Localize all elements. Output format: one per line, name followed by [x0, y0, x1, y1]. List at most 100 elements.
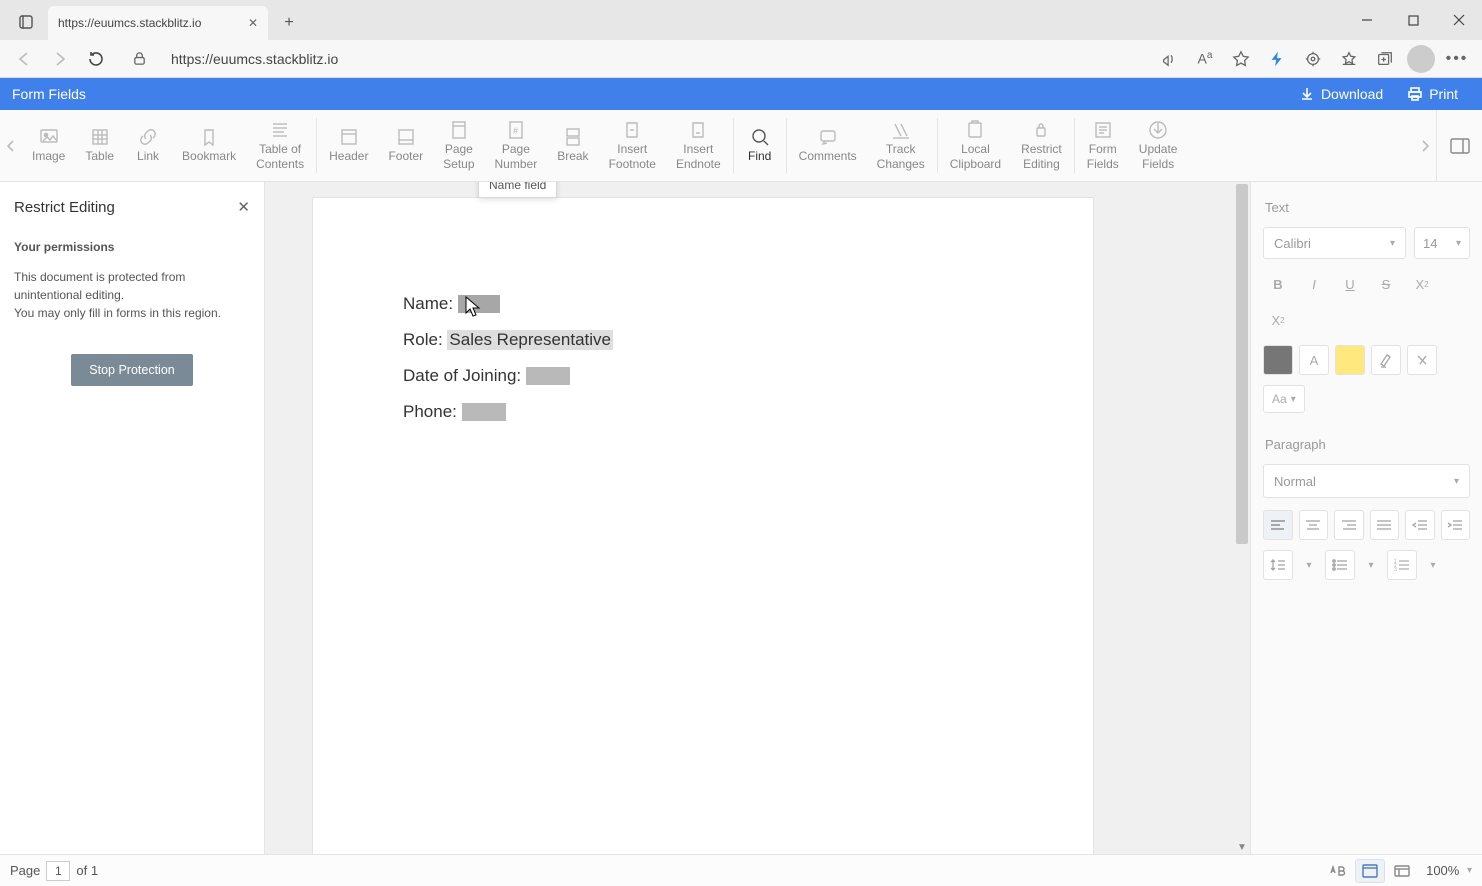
indent-decrease-button[interactable]	[1405, 510, 1435, 540]
panel-close-icon[interactable]: ✕	[237, 198, 250, 216]
page-total: 1	[91, 863, 98, 878]
paragraph-style-select[interactable]: Normal▾	[1263, 464, 1470, 498]
ribbon-insert-footnote-button[interactable]: Insert Footnote	[599, 110, 666, 181]
phone-field[interactable]	[462, 403, 506, 421]
favorite-star-icon[interactable]	[1224, 43, 1258, 75]
number-list-menu[interactable]: ▾	[1423, 550, 1443, 580]
font-color-swatch[interactable]	[1263, 345, 1293, 375]
align-left-button[interactable]	[1263, 510, 1293, 540]
bullet-list-button[interactable]	[1325, 550, 1355, 580]
document-page[interactable]: Name field Name: Role: Sales Representat…	[313, 198, 1093, 854]
font-color-button[interactable]: A	[1299, 345, 1329, 375]
ribbon-footer-button[interactable]: Footer	[378, 110, 433, 181]
svg-text:3: 3	[1394, 567, 1397, 571]
indent-increase-button[interactable]	[1441, 510, 1471, 540]
superscript-button[interactable]: X2	[1407, 269, 1437, 299]
line-spacing-menu[interactable]: ▾	[1299, 550, 1319, 580]
ribbon-page-setup-button[interactable]: Page Setup	[433, 110, 484, 181]
role-field[interactable]: Sales Representative	[447, 330, 613, 350]
ribbon-local-clipboard-button[interactable]: Local Clipboard	[940, 110, 1011, 181]
print-layout-view-icon[interactable]	[1355, 859, 1385, 883]
new-tab-button[interactable]: +	[274, 8, 304, 38]
ribbon-bookmark-button[interactable]: Bookmark	[172, 110, 246, 181]
ribbon-break-button[interactable]: Break	[547, 110, 598, 181]
download-button[interactable]: Download	[1287, 78, 1395, 110]
nav-refresh-button[interactable]	[80, 43, 112, 75]
window-minimize-button[interactable]	[1344, 0, 1390, 40]
tab-actions-button[interactable]	[10, 6, 42, 38]
ribbon-update-fields-button[interactable]: Update Fields	[1129, 110, 1188, 181]
align-right-button[interactable]	[1334, 510, 1364, 540]
ribbon-table-of-contents-button[interactable]: Table of Contents	[246, 110, 314, 181]
date-of-joining-label: Date of Joining:	[403, 366, 521, 386]
ribbon-separator	[786, 118, 787, 173]
clear-format-button[interactable]	[1407, 345, 1437, 375]
page-number-input[interactable]	[46, 861, 70, 881]
ribbon-form-fields-button[interactable]: Form Fields	[1077, 110, 1129, 181]
align-center-button[interactable]	[1299, 510, 1329, 540]
collections-icon[interactable]	[1368, 43, 1402, 75]
page-label: Page	[10, 863, 40, 878]
zoom-control[interactable]: 100% ▾	[1426, 863, 1472, 878]
number-list-button[interactable]: 123	[1387, 550, 1417, 580]
window-maximize-button[interactable]	[1390, 0, 1436, 40]
web-layout-view-icon[interactable]	[1387, 859, 1417, 883]
ribbon-scroll-left[interactable]	[0, 110, 22, 181]
url-text: https://euumcs.stackblitz.io	[171, 51, 338, 67]
font-family-select[interactable]: Calibri▾	[1263, 227, 1406, 259]
page-of-label: of	[76, 863, 87, 878]
ribbon-scroll-right[interactable]	[1414, 110, 1436, 181]
ribbon-comments-button[interactable]: Comments	[789, 110, 867, 181]
window-close-button[interactable]	[1436, 0, 1482, 40]
restrict-editing-panel: Restrict Editing ✕ Your permissions This…	[0, 182, 265, 854]
change-case-button[interactable]: Aa▾	[1263, 385, 1305, 413]
ribbon-pane-toggle[interactable]	[1436, 110, 1482, 181]
nav-forward-button[interactable]	[44, 43, 76, 75]
download-label: Download	[1321, 86, 1383, 102]
stop-protection-button[interactable]: Stop Protection	[71, 354, 192, 386]
favorites-icon[interactable]	[1332, 43, 1366, 75]
subscript-button[interactable]: X2	[1263, 305, 1293, 335]
italic-button[interactable]: I	[1299, 269, 1329, 299]
lock-icon	[132, 51, 147, 66]
ribbon-separator	[316, 118, 317, 173]
profile-avatar[interactable]	[1404, 43, 1438, 75]
strikethrough-button[interactable]: S	[1371, 269, 1401, 299]
browser-tab-strip: https://euumcs.stackblitz.io ✕ +	[0, 0, 1482, 40]
ribbon-insert-endnote-button[interactable]: Insert Endnote	[666, 110, 731, 181]
underline-button[interactable]: U	[1335, 269, 1365, 299]
tab-close-icon[interactable]: ✕	[248, 16, 258, 30]
highlight-color-swatch[interactable]	[1335, 345, 1365, 375]
font-size-select[interactable]: 14▾	[1414, 227, 1470, 259]
ribbon-find-button[interactable]: Find	[736, 110, 784, 181]
ribbon-header-button[interactable]: Header	[319, 110, 378, 181]
date-of-joining-field[interactable]	[526, 367, 570, 385]
bold-button[interactable]: B	[1263, 269, 1293, 299]
ribbon-separator	[937, 118, 938, 173]
url-field[interactable]: https://euumcs.stackblitz.io	[161, 44, 1148, 74]
ribbon-image-button[interactable]: Image	[22, 110, 75, 181]
scrollbar-thumb[interactable]	[1236, 184, 1248, 544]
ribbon-page-number-button[interactable]: #Page Number	[485, 110, 548, 181]
extensions-icon[interactable]	[1296, 43, 1330, 75]
stackblitz-icon[interactable]	[1260, 43, 1294, 75]
bullet-list-menu[interactable]: ▾	[1361, 550, 1381, 580]
ribbon-table-button[interactable]: Table	[75, 110, 124, 181]
ribbon-track-changes-button[interactable]: Track Changes	[867, 110, 935, 181]
text-size-icon[interactable]: Aa	[1188, 43, 1222, 75]
print-button[interactable]: Print	[1395, 78, 1470, 110]
ribbon-restrict-editing-button[interactable]: Restrict Editing	[1011, 110, 1072, 181]
spell-check-icon[interactable]	[1323, 859, 1353, 883]
nav-back-button[interactable]	[8, 43, 40, 75]
more-menu-icon[interactable]: •••	[1440, 43, 1474, 75]
read-aloud-icon[interactable]	[1152, 43, 1186, 75]
browser-tab[interactable]: https://euumcs.stackblitz.io ✕	[48, 6, 268, 40]
app-title: Form Fields	[12, 86, 86, 102]
ribbon-link-button[interactable]: Link	[124, 110, 172, 181]
line-spacing-button[interactable]	[1263, 550, 1293, 580]
align-justify-button[interactable]	[1370, 510, 1400, 540]
vertical-scrollbar[interactable]: ▲ ▼	[1234, 182, 1250, 854]
highlight-button[interactable]	[1371, 345, 1401, 375]
scroll-down-icon[interactable]: ▼	[1234, 840, 1250, 854]
main-area: Restrict Editing ✕ Your permissions This…	[0, 182, 1482, 854]
